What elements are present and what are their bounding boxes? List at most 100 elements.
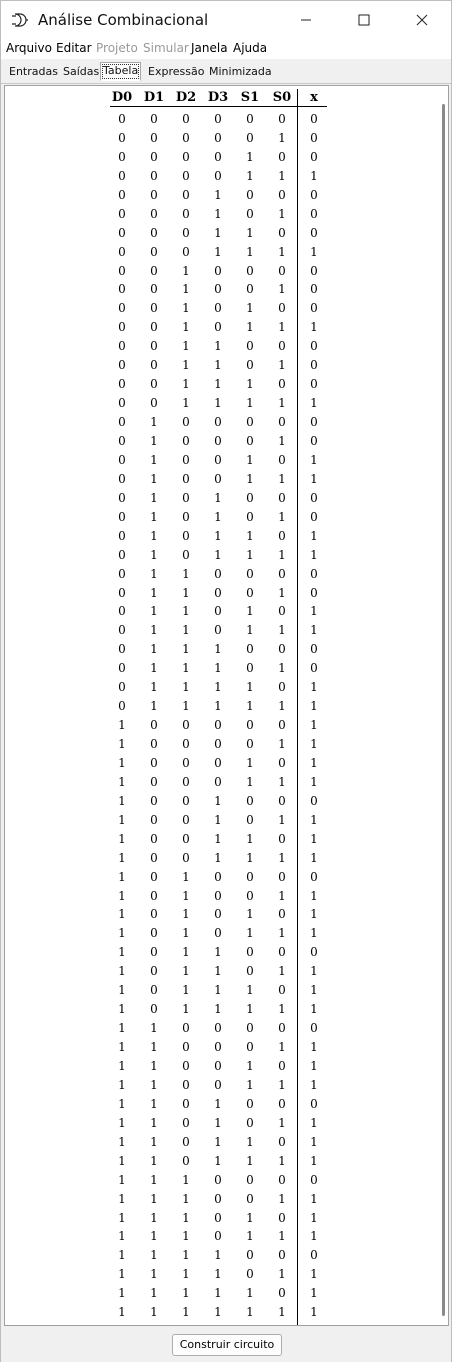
output-cell[interactable]: 1 <box>298 1305 330 1320</box>
output-cell[interactable]: 1 <box>298 548 330 563</box>
output-cell[interactable]: 0 <box>298 794 330 809</box>
output-cell[interactable]: 1 <box>298 889 330 904</box>
output-cell[interactable]: 1 <box>298 737 330 752</box>
output-cell[interactable]: 1 <box>298 529 330 544</box>
input-cell: 1 <box>246 1210 254 1225</box>
output-cell[interactable]: 0 <box>298 945 330 960</box>
output-cell[interactable]: 1 <box>298 1267 330 1282</box>
input-cell: 0 <box>182 528 190 543</box>
output-cell[interactable]: 0 <box>298 150 330 165</box>
input-cell: 1 <box>246 926 254 941</box>
output-cell[interactable]: 1 <box>298 907 330 922</box>
input-cell: 0 <box>150 149 158 164</box>
maximize-button[interactable] <box>336 1 392 39</box>
output-cell[interactable]: 0 <box>298 377 330 392</box>
menu-projeto[interactable]: Projeto <box>96 41 138 55</box>
input-cell: 1 <box>214 547 222 562</box>
output-cell[interactable]: 1 <box>298 1040 330 1055</box>
output-cell[interactable]: 1 <box>298 1002 330 1017</box>
output-cell[interactable]: 0 <box>298 586 330 601</box>
vertical-scrollbar[interactable] <box>442 104 445 1316</box>
output-cell[interactable]: 0 <box>298 207 330 222</box>
output-cell[interactable]: 1 <box>298 604 330 619</box>
tab-expressao[interactable]: Expressão <box>148 65 204 78</box>
output-cell[interactable]: 1 <box>298 1211 330 1226</box>
input-cell: 1 <box>150 528 158 543</box>
input-cell: 0 <box>214 112 222 126</box>
build-circuit-button[interactable]: Construir circuito <box>172 1334 282 1356</box>
output-cell[interactable]: 0 <box>298 112 330 127</box>
input-cell: 0 <box>118 585 126 600</box>
output-cell[interactable]: 0 <box>298 188 330 203</box>
output-cell[interactable]: 0 <box>298 434 330 449</box>
output-cell[interactable]: 1 <box>298 699 330 714</box>
output-cell[interactable]: 0 <box>298 301 330 316</box>
output-cell[interactable]: 0 <box>298 226 330 241</box>
output-cell[interactable]: 1 <box>298 1135 330 1150</box>
input-cell: 0 <box>246 1172 254 1187</box>
title-bar[interactable]: Análise Combinacional <box>1 1 451 39</box>
output-cell[interactable]: 0 <box>298 415 330 430</box>
input-cell: 1 <box>182 1191 190 1206</box>
output-cell[interactable]: 0 <box>298 339 330 354</box>
output-cell[interactable]: 0 <box>298 642 330 657</box>
output-cell[interactable]: 1 <box>298 983 330 998</box>
menu-ajuda[interactable]: Ajuda <box>233 41 267 55</box>
output-cell[interactable]: 1 <box>298 472 330 487</box>
menu-editar[interactable]: Editar <box>56 41 92 55</box>
input-cell: 0 <box>246 1115 254 1130</box>
tab-saidas[interactable]: Saídas <box>63 65 99 78</box>
output-cell[interactable]: 1 <box>298 775 330 790</box>
truth-table-panel: D0 D1 D2 D3 S1 S0 x 0 0 0 0 0 0 0 0 0 0 0 0 1 0 0 0 0 0 1 0 0 0 0 0 0 1 1… <box>4 85 449 1326</box>
output-cell[interactable]: 1 <box>298 245 330 260</box>
output-cell[interactable]: 1 <box>298 1078 330 1093</box>
output-cell[interactable]: 0 <box>298 1248 330 1263</box>
output-cell[interactable]: 1 <box>298 623 330 638</box>
input-cell: 1 <box>278 244 286 259</box>
output-cell[interactable]: 0 <box>298 1021 330 1036</box>
close-button[interactable] <box>394 1 450 39</box>
minimize-button[interactable] <box>278 1 334 39</box>
output-cell[interactable]: 0 <box>298 1173 330 1188</box>
output-cell[interactable]: 0 <box>298 131 330 146</box>
input-cell: 1 <box>150 1115 158 1130</box>
output-cell[interactable]: 1 <box>298 851 330 866</box>
output-cell[interactable]: 0 <box>298 661 330 676</box>
input-cell: 0 <box>246 490 254 505</box>
output-cell[interactable]: 0 <box>298 870 330 885</box>
output-cell[interactable]: 1 <box>298 718 330 733</box>
output-cell[interactable]: 0 <box>298 510 330 525</box>
output-cell[interactable]: 0 <box>298 1097 330 1112</box>
output-cell[interactable]: 1 <box>298 926 330 941</box>
output-cell[interactable]: 1 <box>298 813 330 828</box>
input-cell: 1 <box>150 604 158 619</box>
menu-janela[interactable]: Janela <box>191 41 228 55</box>
output-cell[interactable]: 1 <box>298 1192 330 1207</box>
input-cell: 1 <box>182 680 190 695</box>
output-cell[interactable]: 1 <box>298 169 330 184</box>
input-cell: 0 <box>246 433 254 448</box>
output-cell[interactable]: 0 <box>298 358 330 373</box>
menu-arquivo[interactable]: Arquivo <box>6 41 52 55</box>
output-cell[interactable]: 1 <box>298 1286 330 1301</box>
output-cell[interactable]: 0 <box>298 264 330 279</box>
output-cell[interactable]: 1 <box>298 680 330 695</box>
output-cell[interactable]: 1 <box>298 396 330 411</box>
input-cell: 1 <box>278 964 286 979</box>
output-cell[interactable]: 1 <box>298 756 330 771</box>
output-cell[interactable]: 0 <box>298 491 330 506</box>
output-cell[interactable]: 1 <box>298 453 330 468</box>
output-cell[interactable]: 1 <box>298 1116 330 1131</box>
output-cell[interactable]: 1 <box>298 964 330 979</box>
menu-simular[interactable]: Simular <box>143 41 189 55</box>
output-cell[interactable]: 1 <box>298 1229 330 1244</box>
output-cell[interactable]: 0 <box>298 567 330 582</box>
tab-tabela[interactable]: Tabela <box>100 62 142 81</box>
tab-entradas[interactable]: Entradas <box>9 65 58 78</box>
tab-minimizada[interactable]: Minimizada <box>209 65 272 78</box>
output-cell[interactable]: 1 <box>298 1059 330 1074</box>
output-cell[interactable]: 1 <box>298 1154 330 1169</box>
output-cell[interactable]: 1 <box>298 320 330 335</box>
output-cell[interactable]: 1 <box>298 832 330 847</box>
output-cell[interactable]: 0 <box>298 282 330 297</box>
